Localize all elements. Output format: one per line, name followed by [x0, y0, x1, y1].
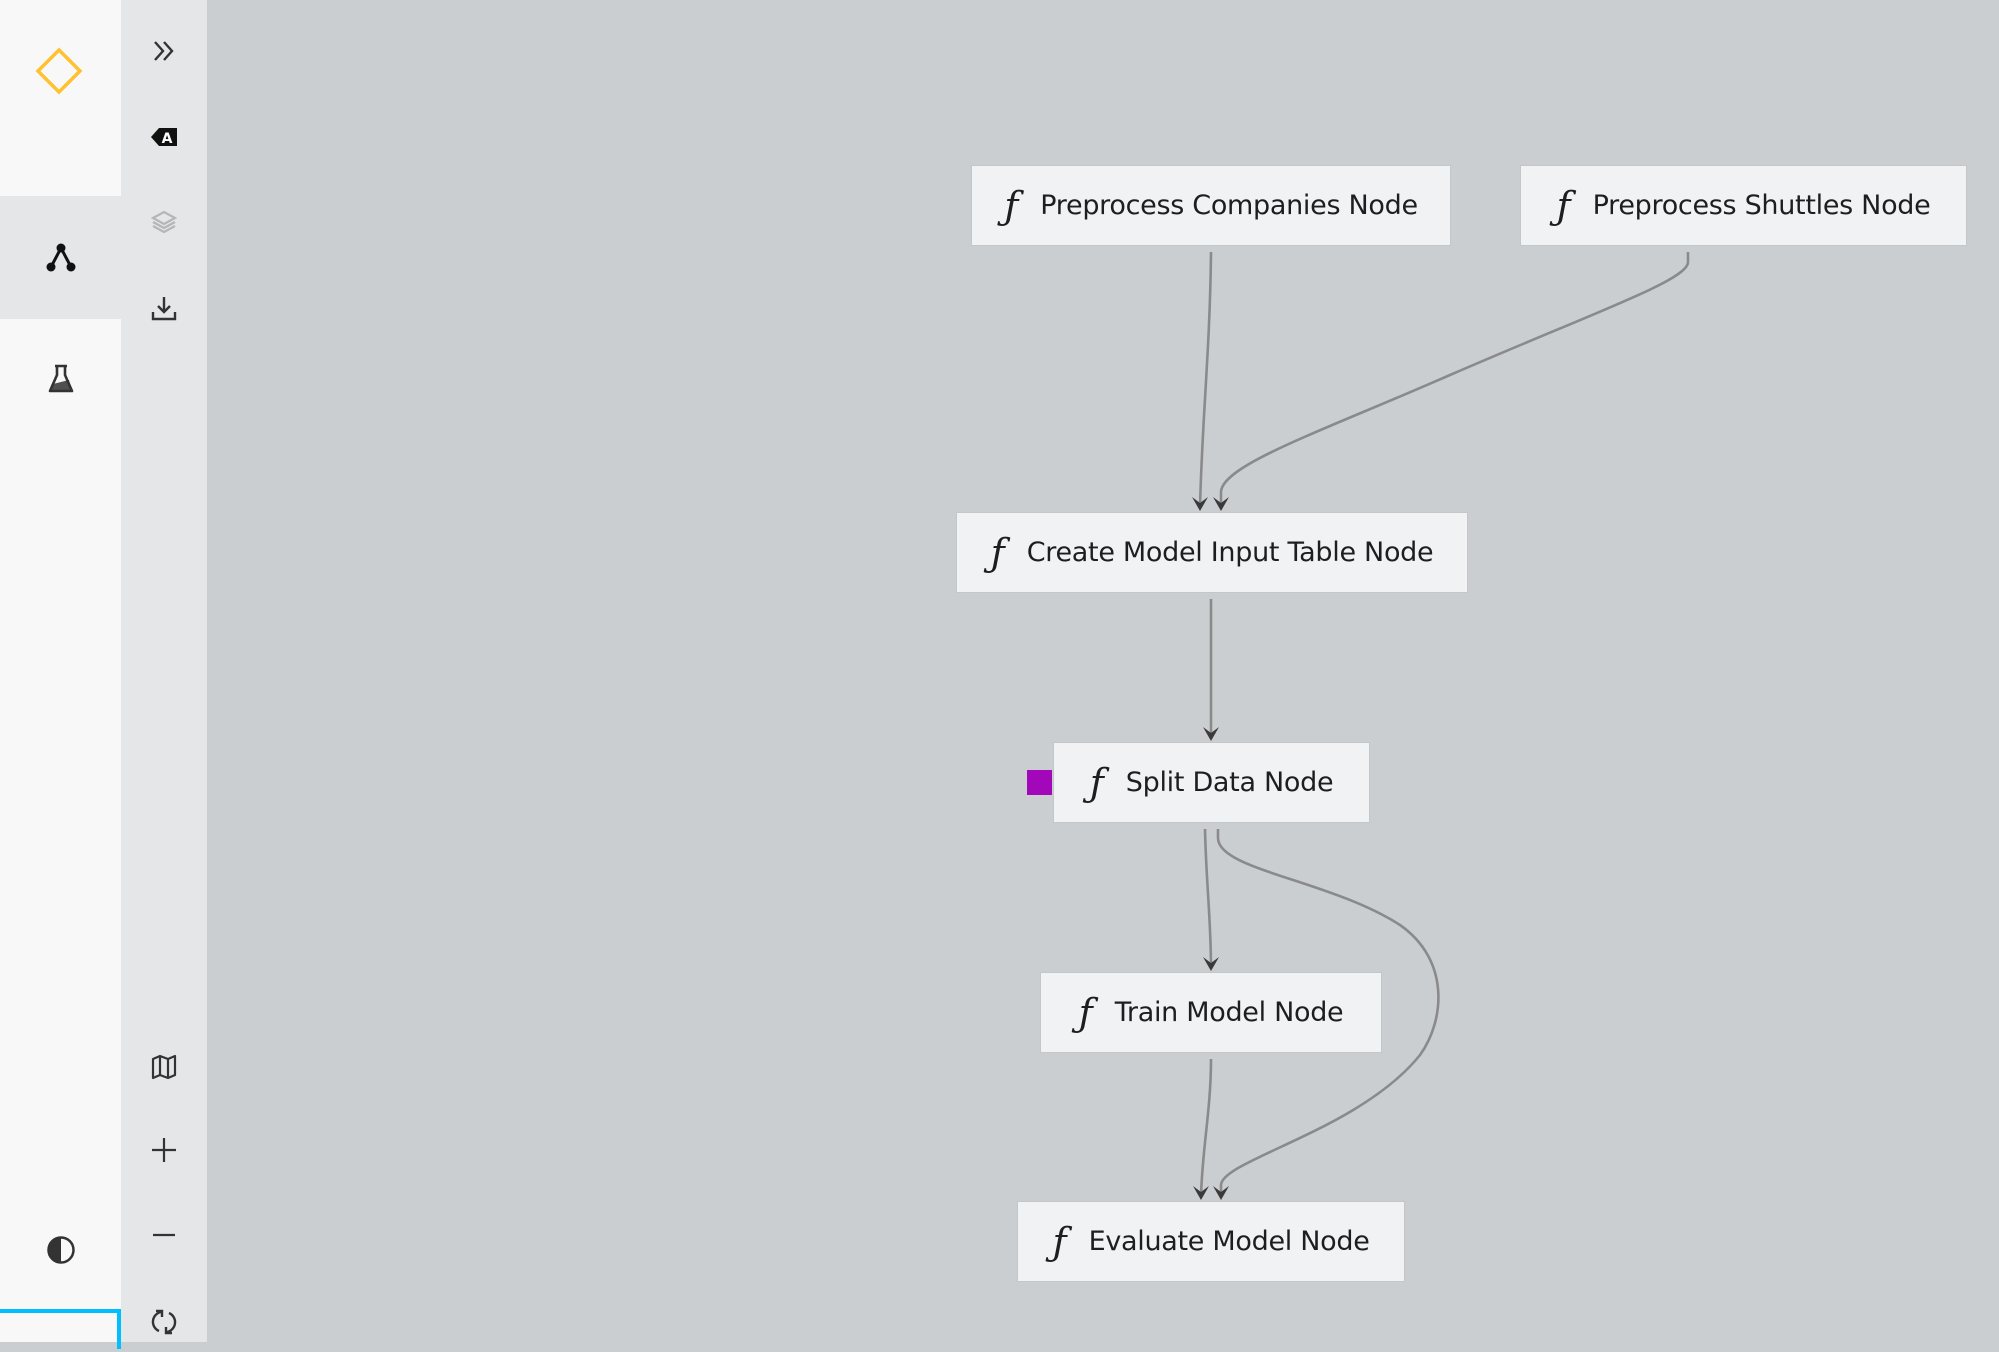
zoom-in-button[interactable] — [121, 1120, 207, 1180]
focus-outline — [0, 1309, 121, 1349]
diamond-logo-icon[interactable] — [35, 47, 83, 95]
node-label: Preprocess Shuttles Node — [1592, 190, 1931, 221]
contrast-icon — [46, 1235, 75, 1264]
selected-node-marker — [1027, 770, 1052, 795]
function-icon: ƒ — [990, 530, 1005, 575]
chevrons-right-icon — [154, 41, 174, 61]
secondary-toolbar: A — [121, 0, 207, 1342]
node-preprocess-companies[interactable]: ƒ Preprocess Companies Node — [972, 166, 1450, 245]
minimap-button[interactable] — [121, 1037, 207, 1097]
flask-icon — [48, 364, 73, 392]
zoom-out-button[interactable] — [121, 1205, 207, 1265]
pipeline-icon — [46, 243, 75, 271]
nav-item-flowchart[interactable] — [0, 196, 121, 319]
node-create-model-input-table[interactable]: ƒ Create Model Input Table Node — [957, 513, 1467, 592]
download-icon — [151, 297, 177, 321]
node-label: Create Model Input Table Node — [1026, 537, 1434, 568]
node-split-data[interactable]: ƒ Split Data Node — [1054, 743, 1369, 822]
node-evaluate-model[interactable]: ƒ Evaluate Model Node — [1018, 1202, 1404, 1281]
function-icon: ƒ — [1078, 990, 1093, 1035]
node-label: Split Data Node — [1125, 767, 1334, 798]
primary-sidebar — [0, 0, 121, 1349]
nav-item-experiments[interactable] — [0, 317, 121, 440]
map-icon — [151, 1054, 177, 1080]
layers-button[interactable] — [121, 192, 207, 252]
theme-toggle-button[interactable] — [0, 1188, 121, 1311]
function-icon: ƒ — [1004, 183, 1019, 228]
node-preprocess-shuttles[interactable]: ƒ Preprocess Shuttles Node — [1521, 166, 1966, 245]
label-icon: A — [151, 128, 177, 147]
function-icon: ƒ — [1556, 183, 1571, 228]
reset-icon — [151, 1309, 177, 1335]
export-button[interactable] — [121, 278, 207, 338]
minus-icon — [153, 1233, 175, 1237]
node-train-model[interactable]: ƒ Train Model Node — [1041, 973, 1381, 1052]
plus-icon — [152, 1138, 176, 1162]
node-label: Preprocess Companies Node — [1040, 190, 1418, 221]
layers-icon — [150, 210, 178, 234]
toggle-labels-button[interactable]: A — [121, 107, 207, 167]
svg-text:A: A — [162, 131, 173, 147]
function-icon: ƒ — [1089, 760, 1104, 805]
node-label: Train Model Node — [1114, 997, 1344, 1028]
reset-view-button[interactable] — [121, 1292, 207, 1352]
expand-sidebar-button[interactable] — [121, 21, 207, 81]
node-label: Evaluate Model Node — [1088, 1226, 1370, 1257]
function-icon: ƒ — [1052, 1219, 1067, 1264]
